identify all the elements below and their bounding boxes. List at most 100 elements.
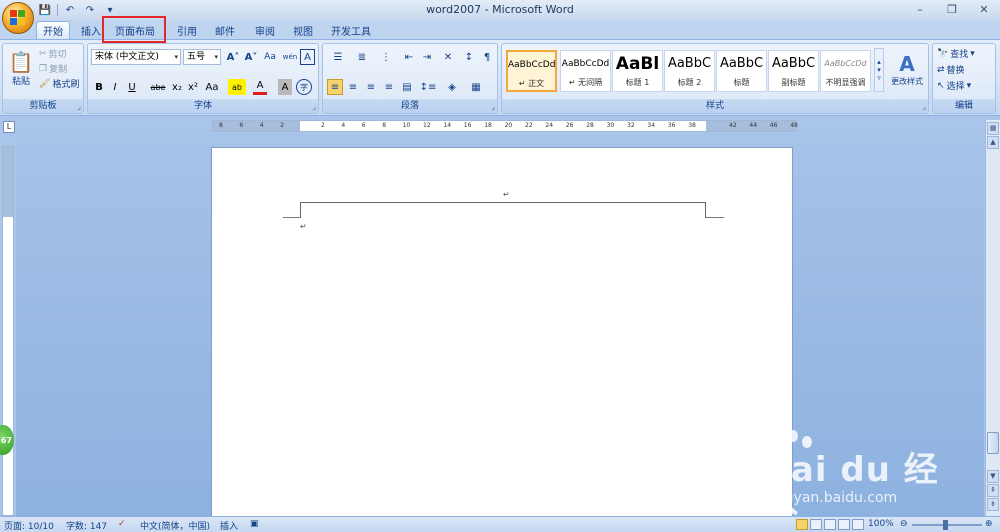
style-heading-2[interactable]: AaBbC 标题 2 — [664, 50, 715, 92]
zoom-out-icon[interactable]: ⊖ — [900, 519, 908, 529]
clipboard-launcher-icon[interactable]: ⌟ — [77, 102, 81, 111]
print-layout-view-icon[interactable] — [796, 519, 808, 530]
horizontal-ruler[interactable]: 8 6 4 2 2 4 6 8 10 12 14 16 18 20 22 24 26 28 30 32 34 36 38 42… — [212, 120, 798, 132]
clear-format-button[interactable]: Aa — [261, 49, 279, 65]
borders-icon[interactable]: ▦ — [465, 79, 487, 95]
highlight-button[interactable]: ab — [228, 79, 246, 95]
draft-view-icon[interactable] — [852, 519, 864, 530]
styles-scroll-control[interactable]: ▴ ▾ ▿ — [874, 48, 884, 92]
bold-button[interactable]: B — [92, 79, 106, 95]
zoom-slider-knob[interactable] — [943, 520, 948, 530]
style-title[interactable]: AaBbC 标题 — [716, 50, 767, 92]
distributed-icon[interactable]: ▤ — [399, 79, 415, 95]
vertical-ruler[interactable] — [2, 146, 14, 516]
language-indicator[interactable]: 中文(简体，中国) — [140, 519, 210, 532]
font-size-value: 五号 — [187, 52, 206, 62]
italic-button[interactable]: I — [108, 79, 122, 95]
sort-icon[interactable]: ↕ — [461, 49, 477, 65]
scrollbar-thumb[interactable] — [987, 432, 999, 454]
tab-view[interactable]: 视图 — [286, 21, 320, 39]
tab-mailings[interactable]: 邮件 — [208, 21, 242, 39]
zoom-in-icon[interactable]: ⊕ — [985, 519, 993, 529]
ruler-toggle-icon[interactable]: ▦ — [987, 122, 999, 135]
ruler-tick-label: 38 — [688, 122, 696, 129]
select-button[interactable]: ↖ 选择 ▾ — [937, 79, 971, 93]
phonetic-guide-button[interactable]: wén — [282, 49, 298, 65]
copy-button[interactable]: ❐ 复制 — [39, 62, 67, 76]
scroll-down-icon[interactable]: ▼ — [987, 470, 999, 483]
align-right-icon[interactable]: ≡ — [363, 79, 379, 95]
ruler-tick-label: 42 — [729, 122, 737, 129]
save-icon[interactable]: 💾 — [37, 3, 53, 17]
change-styles-button[interactable]: A 更改样式 — [888, 46, 926, 92]
previous-page-icon[interactable]: ⇞ — [987, 484, 999, 497]
decrease-indent-icon[interactable]: ⇤ — [401, 49, 417, 65]
tab-developer[interactable]: 开发工具 — [326, 21, 376, 39]
cut-button[interactable]: ✂ 剪切 — [39, 47, 67, 61]
proofing-icon[interactable]: ✓ — [118, 519, 126, 529]
body-paragraph-mark: ↵ — [300, 222, 307, 231]
word-count[interactable]: 字数: 147 — [66, 519, 107, 532]
insert-mode-indicator[interactable]: 插入 — [220, 519, 238, 532]
outline-view-icon[interactable] — [838, 519, 850, 530]
vertical-scrollbar[interactable]: ▦ ▲ ▼ ⇞ ⇟ — [985, 120, 1000, 517]
tab-home[interactable]: 开始 — [36, 21, 70, 39]
style-name: ↵ 无间隔 — [568, 78, 603, 87]
bullets-icon[interactable]: ☰ — [327, 49, 349, 65]
change-case-button[interactable]: Aa — [202, 79, 222, 95]
macro-record-icon[interactable]: ▣ — [250, 519, 259, 529]
align-center-icon[interactable]: ≡ — [345, 79, 361, 95]
restore-button[interactable]: ❐ — [936, 0, 968, 18]
show-marks-icon[interactable]: ¶ — [479, 49, 495, 65]
shrink-font-button[interactable]: A˅ — [243, 49, 259, 65]
web-layout-view-icon[interactable] — [824, 519, 836, 530]
increase-indent-icon[interactable]: ⇥ — [419, 49, 435, 65]
close-button[interactable]: ✕ — [968, 0, 1000, 18]
full-screen-view-icon[interactable] — [810, 519, 822, 530]
style-name: 标题 — [733, 78, 750, 87]
style-heading-1[interactable]: AaBl 标题 1 — [612, 50, 663, 92]
paragraph-launcher-icon[interactable]: ⌟ — [491, 102, 495, 111]
redo-icon[interactable]: ↷ — [82, 3, 98, 17]
justify-icon[interactable]: ≡ — [381, 79, 397, 95]
superscript-button[interactable]: x² — [186, 79, 200, 95]
format-painter-button[interactable]: 🖌 格式刷 — [39, 77, 79, 91]
multilevel-list-icon[interactable]: ⋮ — [375, 49, 397, 65]
numbering-icon[interactable]: ≣ — [351, 49, 373, 65]
character-shading-button[interactable]: A — [278, 79, 292, 95]
tab-selector-button[interactable]: L — [3, 121, 15, 133]
page-count[interactable]: 页面: 10/10 — [4, 519, 54, 532]
customize-qat-icon[interactable]: ▾ — [102, 3, 118, 17]
enclose-characters-button[interactable]: 字 — [296, 79, 312, 95]
paste-button[interactable]: 📋 粘贴 — [7, 46, 35, 90]
subscript-button[interactable]: x₂ — [170, 79, 184, 95]
style-no-spacing[interactable]: AaBbCcDd ↵ 无间隔 — [560, 50, 611, 92]
underline-button[interactable]: U — [124, 79, 140, 95]
line-spacing-icon[interactable]: ↕≡ — [417, 79, 439, 95]
style-normal[interactable]: AaBbCcDd ↵ 正文 — [506, 50, 557, 92]
style-subtitle[interactable]: AaBbC 副标题 — [768, 50, 819, 92]
asian-layout-icon[interactable]: ✕ — [437, 49, 459, 65]
scroll-up-icon[interactable]: ▲ — [987, 136, 999, 149]
zoom-level[interactable]: 100% — [868, 519, 894, 529]
styles-launcher-icon[interactable]: ⌟ — [922, 102, 926, 111]
style-subtle-emphasis[interactable]: AaBbCcDd 不明显强调 — [820, 50, 871, 92]
find-button[interactable]: 🔭 查找 ▾ — [937, 47, 975, 61]
grow-font-button[interactable]: A˄ — [225, 49, 241, 65]
undo-icon[interactable]: ↶ — [62, 3, 78, 17]
next-page-icon[interactable]: ⇟ — [987, 498, 999, 511]
font-name-select[interactable]: 宋体 (中文正文) ▾ — [91, 49, 181, 65]
tab-review[interactable]: 审阅 — [248, 21, 282, 39]
font-launcher-icon[interactable]: ⌟ — [312, 102, 316, 111]
font-color-button[interactable]: A — [253, 79, 267, 95]
document-page[interactable]: ↵ ↵ — [211, 147, 793, 522]
strikethrough-button[interactable]: abe — [148, 79, 168, 95]
align-left-icon[interactable]: ≡ — [327, 79, 343, 95]
shading-icon[interactable]: ◈ — [441, 79, 463, 95]
replace-button[interactable]: ⇄ 替换 — [937, 63, 965, 77]
minimize-button[interactable]: – — [904, 0, 936, 18]
font-size-select[interactable]: 五号 ▾ — [183, 49, 221, 65]
character-border-button[interactable]: A — [300, 49, 315, 65]
tab-references[interactable]: 引用 — [170, 21, 204, 39]
office-button[interactable] — [2, 2, 34, 34]
